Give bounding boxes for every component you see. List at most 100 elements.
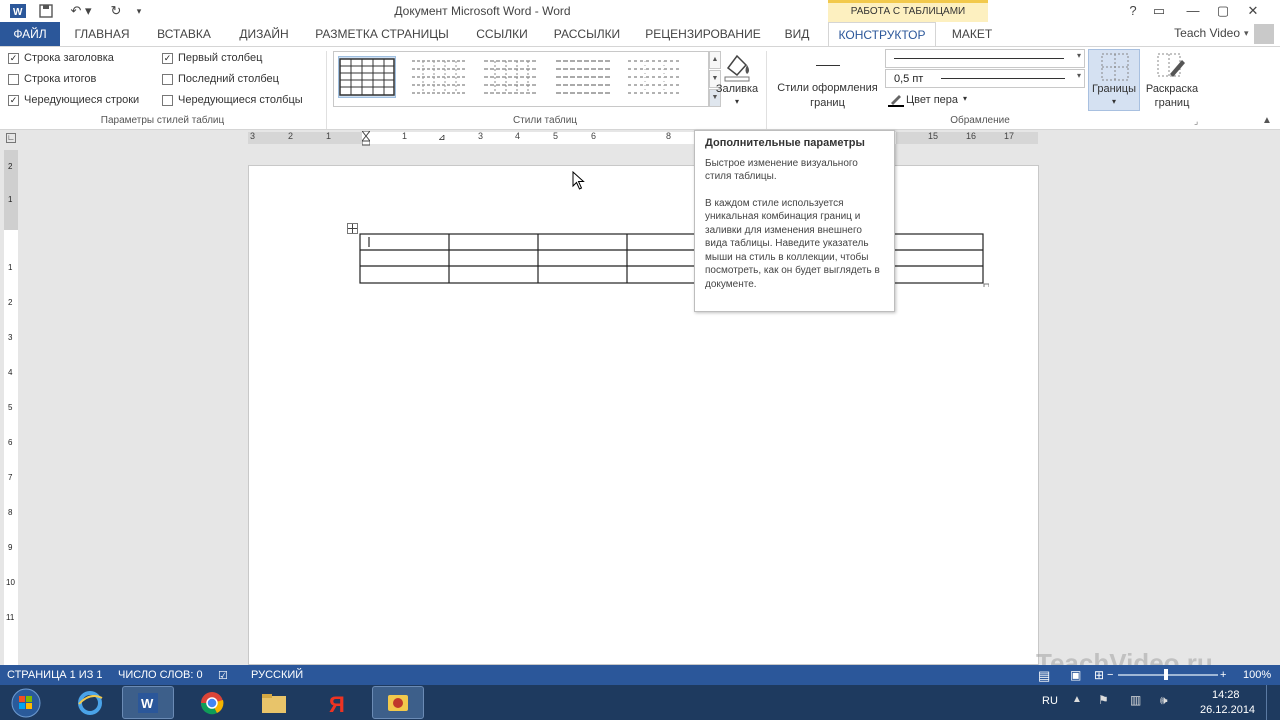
checkbox-box[interactable]: ✓ — [8, 94, 19, 106]
table-style-dashed-4[interactable] — [626, 56, 684, 98]
border-painter-button[interactable]: Раскраска — [1142, 83, 1202, 95]
pen-color-icon[interactable] — [888, 93, 904, 107]
tab-file[interactable]: ФАЙЛ — [0, 22, 60, 46]
ie-icon[interactable] — [64, 686, 116, 719]
checkbox-label: Первый столбец — [178, 52, 263, 64]
tab-page-layout[interactable]: РАЗМЕТКА СТРАНИЦЫ — [310, 22, 454, 46]
tab-table-layout[interactable]: МАКЕТ — [944, 22, 1000, 46]
zoom-slider[interactable] — [1118, 674, 1218, 676]
tab-mailings[interactable]: РАССЫЛКИ — [548, 22, 626, 46]
language-status[interactable]: РУССКИЙ — [251, 669, 303, 681]
pen-color-dropdown-icon[interactable]: ▾ — [963, 94, 967, 103]
word-taskbar-icon[interactable]: W — [122, 686, 174, 719]
clock-time[interactable]: 14:28 — [1212, 689, 1240, 701]
page-count[interactable]: СТРАНИЦА 1 ИЗ 1 — [7, 669, 103, 681]
checkbox-box[interactable] — [162, 94, 173, 106]
tab-table-design[interactable]: КОНСТРУКТОР — [828, 22, 936, 47]
input-language[interactable]: RU — [1042, 695, 1058, 707]
ruler-mark: 4 — [515, 131, 521, 141]
word-count[interactable]: ЧИСЛО СЛОВ: 0 — [118, 669, 203, 681]
tab-selector-icon[interactable]: ∟ — [6, 133, 16, 143]
zoom-in-button[interactable]: + — [1220, 669, 1226, 681]
checkbox-box[interactable] — [8, 73, 19, 85]
checkbox-box[interactable]: ✓ — [8, 52, 19, 64]
checkbox-box[interactable] — [162, 73, 173, 85]
avatar[interactable] — [1254, 24, 1274, 44]
shading-button[interactable]: Заливка — [712, 83, 762, 95]
minimize-button[interactable]: — — [1180, 0, 1206, 22]
tab-home[interactable]: ГЛАВНАЯ — [66, 22, 138, 46]
checkbox-total-row[interactable]: Строка итогов — [8, 73, 96, 85]
vruler-mark: 4 — [8, 368, 13, 377]
table-move-handle-icon[interactable] — [347, 223, 358, 234]
show-desktop-button[interactable] — [1266, 685, 1280, 720]
tab-references[interactable]: ССЫЛКИ — [468, 22, 536, 46]
yandex-icon[interactable]: Я — [310, 686, 362, 719]
ribbon-display-button[interactable]: ▭ — [1146, 0, 1172, 22]
vruler-mark: 3 — [8, 333, 13, 342]
table-style-grid[interactable] — [338, 56, 396, 98]
tab-design[interactable]: ДИЗАЙН — [230, 22, 298, 46]
web-layout-icon[interactable]: ⊞ — [1094, 668, 1104, 682]
shading-dropdown-icon[interactable]: ▾ — [712, 97, 762, 106]
borders-icon[interactable] — [1100, 52, 1130, 82]
vruler-mark: 1 — [8, 263, 13, 272]
checkbox-banded-columns[interactable]: Чередующиеся столбцы — [162, 94, 303, 106]
tray-flag-icon[interactable]: ⚑ — [1098, 693, 1109, 707]
shading-icon[interactable] — [720, 50, 754, 82]
borders-button[interactable]: Границы — [1088, 83, 1140, 95]
table-style-dashed-1[interactable] — [410, 56, 468, 98]
border-painter-icon[interactable] — [1156, 52, 1186, 82]
vruler-mark: 9 — [8, 543, 13, 552]
proofing-icon[interactable]: ☑ — [218, 669, 228, 682]
checkbox-label: Строка заголовка — [24, 52, 114, 64]
collapse-ribbon-icon[interactable]: ▲ — [1262, 115, 1272, 126]
clock-date[interactable]: 26.12.2014 — [1200, 704, 1255, 716]
indent-marker-icon[interactable] — [360, 130, 372, 146]
close-button[interactable]: ✕ — [1240, 0, 1266, 22]
start-button[interactable] — [2, 686, 50, 719]
help-button[interactable]: ? — [1120, 0, 1146, 22]
chrome-icon[interactable] — [186, 686, 238, 719]
zoom-level[interactable]: 100% — [1243, 669, 1271, 681]
dialog-launcher-icon[interactable]: ⌟ — [1194, 116, 1198, 127]
tab-stop-icon[interactable]: ⊿ — [438, 132, 446, 143]
maximize-button[interactable]: ▢ — [1210, 0, 1236, 22]
print-layout-icon[interactable]: ▣ — [1070, 668, 1081, 682]
recorder-icon[interactable] — [372, 686, 424, 719]
checkbox-first-column[interactable]: ✓ Первый столбец — [162, 52, 262, 64]
pen-weight-dropdown[interactable]: 0,5 пт ▾ — [885, 69, 1085, 88]
ruler-mark: 8 — [666, 131, 672, 141]
borders-dropdown-icon[interactable]: ▾ — [1088, 97, 1140, 106]
checkbox-banded-rows[interactable]: ✓ Чередующиеся строки — [8, 94, 139, 106]
pen-style-dropdown[interactable]: ▾ — [885, 49, 1085, 68]
table-style-dashed-3[interactable] — [554, 56, 612, 98]
title-bar: W ↶ ▾ ↻ ▾ Документ Microsoft Word - Word… — [0, 0, 1280, 22]
svg-text:Я: Я — [329, 692, 345, 716]
tray-volume-icon[interactable]: 🕪 — [1160, 693, 1168, 708]
chevron-down-icon: ▾ — [1076, 71, 1081, 80]
tab-insert[interactable]: ВСТАВКА — [150, 22, 218, 46]
tray-network-icon[interactable]: ▥ — [1130, 693, 1141, 707]
read-mode-icon[interactable]: ▤ — [1038, 668, 1050, 684]
user-dropdown-icon[interactable]: ▾ — [1244, 28, 1249, 39]
zoom-out-button[interactable]: − — [1107, 669, 1113, 681]
ruler-mark: 15 — [928, 131, 939, 141]
document-page[interactable] — [248, 165, 1039, 665]
user-account[interactable]: Teach Video — [1174, 26, 1240, 40]
zoom-slider-thumb[interactable] — [1164, 669, 1168, 680]
tab-view[interactable]: ВИД — [778, 22, 816, 46]
checkbox-box[interactable]: ✓ — [162, 52, 173, 64]
border-styles-label: границ — [810, 97, 845, 109]
border-styles-button[interactable]: Стили оформления — [770, 82, 885, 94]
tab-review[interactable]: РЕЦЕНЗИРОВАНИЕ — [640, 22, 766, 46]
pen-color-button[interactable]: Цвет пера — [906, 94, 958, 106]
ruler-mark: 3 — [250, 131, 256, 141]
pen-weight-value: 0,5 пт — [894, 73, 924, 85]
checkbox-last-column[interactable]: Последний столбец — [162, 73, 279, 85]
tray-expand-icon[interactable]: ▲ — [1072, 694, 1082, 705]
explorer-icon[interactable] — [248, 686, 300, 719]
vertical-ruler: 2 1 1 2 3 4 5 6 7 8 9 10 11 — [4, 150, 18, 665]
table-style-dashed-2[interactable] — [482, 56, 540, 98]
checkbox-header-row[interactable]: ✓ Строка заголовка — [8, 52, 114, 64]
